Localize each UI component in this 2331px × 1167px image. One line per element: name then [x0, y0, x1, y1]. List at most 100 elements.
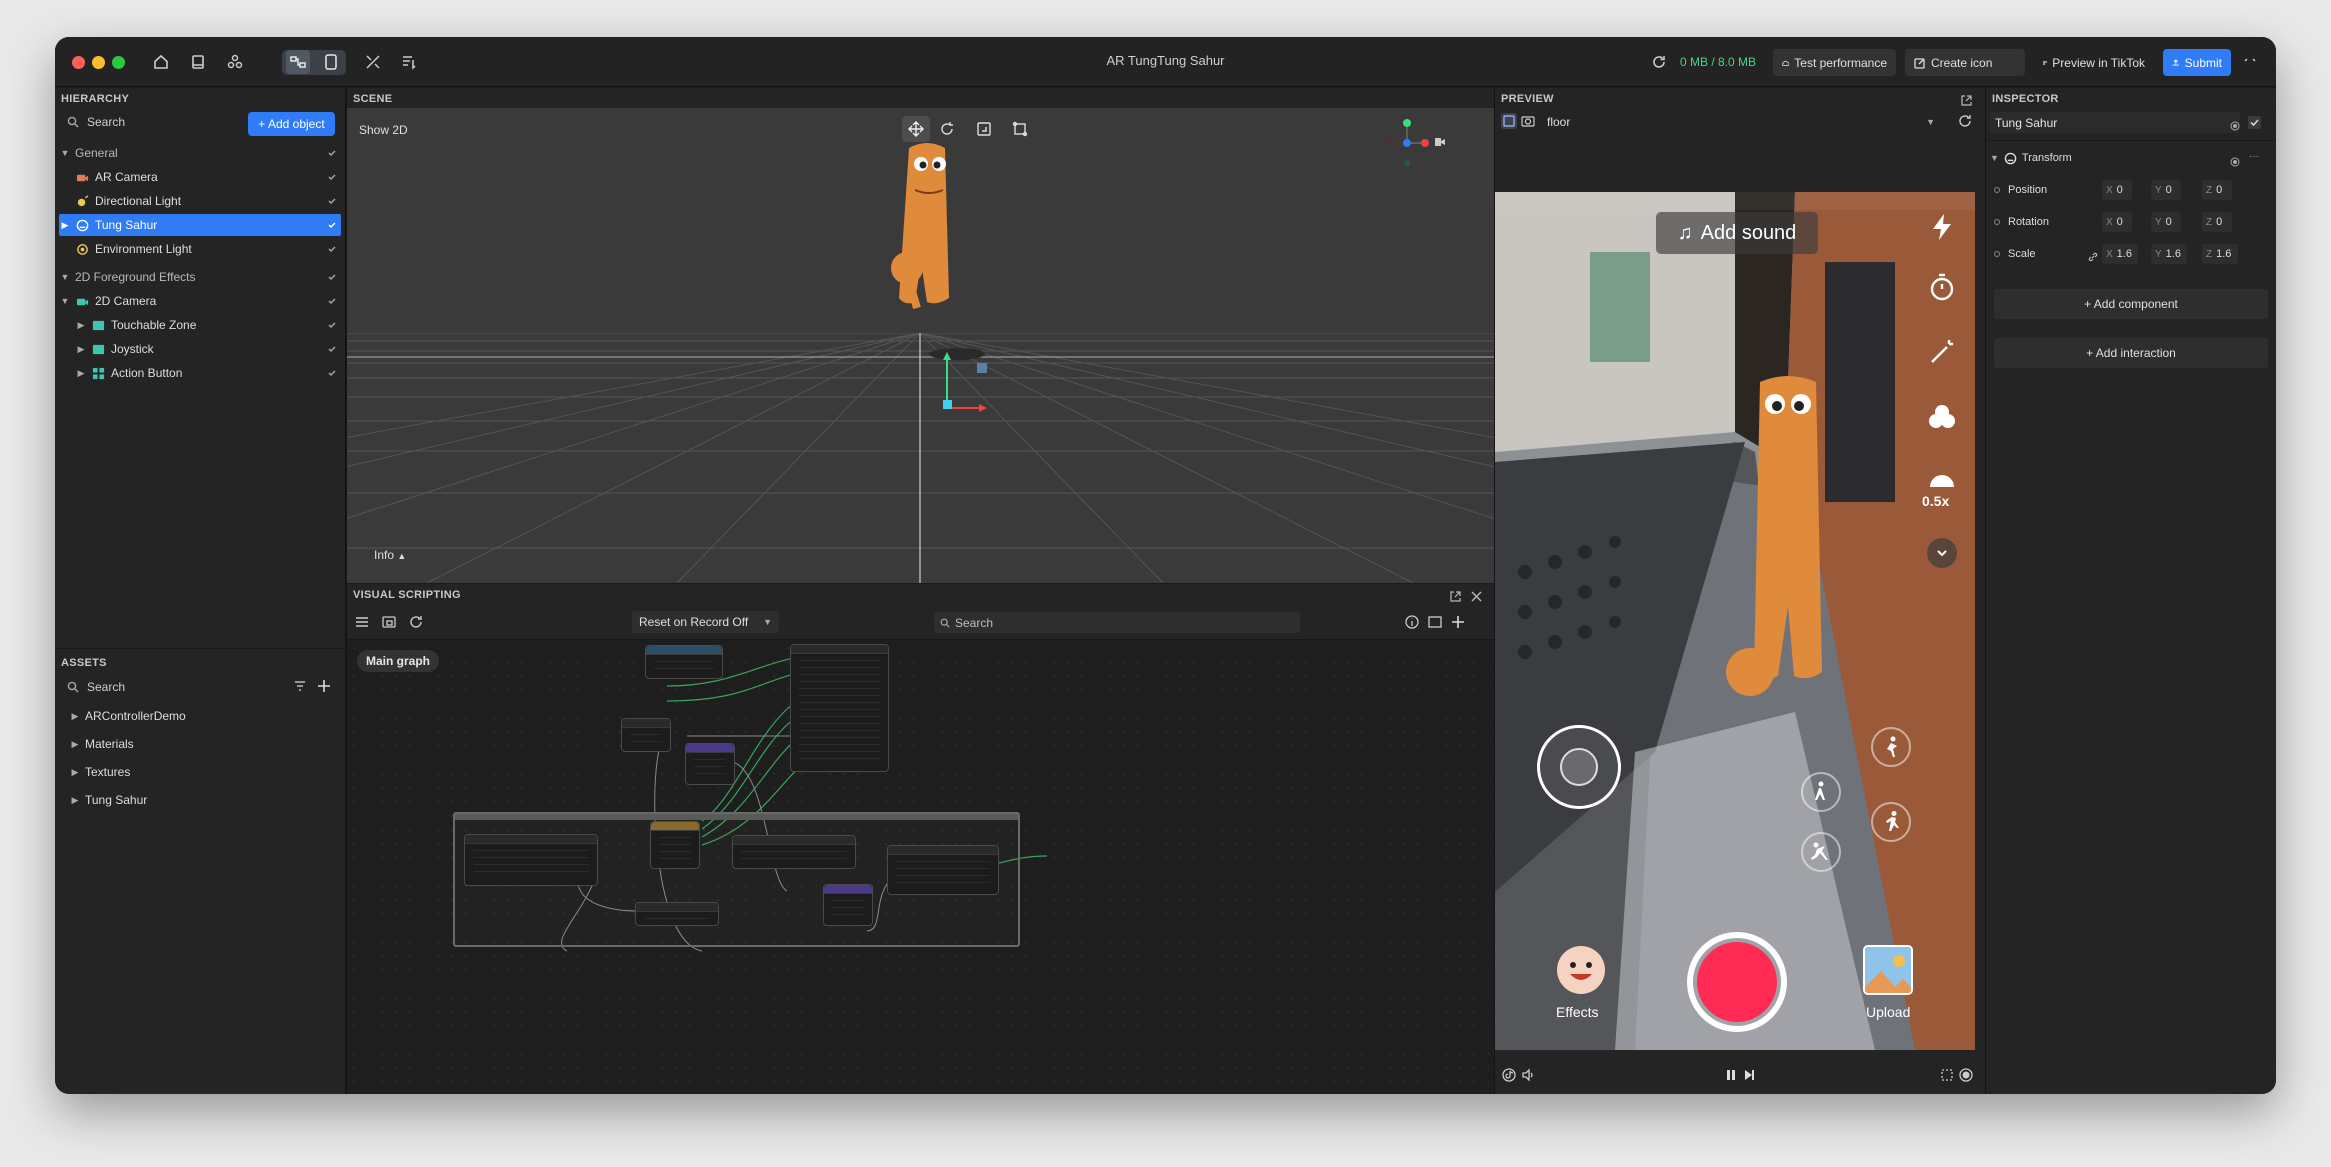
scale-z-field[interactable]: Z 1.6 — [2202, 244, 2238, 264]
visibility-check-icon[interactable] — [327, 344, 337, 354]
effects-button[interactable] — [1553, 942, 1609, 998]
hierarchy-group-general[interactable]: ▼ General — [59, 142, 341, 164]
node-multiply[interactable] — [685, 743, 735, 785]
test-performance-button[interactable]: Test performance — [1773, 49, 1896, 76]
divider[interactable] — [345, 88, 347, 1094]
chevron-down-icon[interactable]: ▼ — [1990, 153, 1999, 163]
enabled-checkbox[interactable] — [2248, 116, 2261, 129]
visibility-check-icon[interactable] — [327, 220, 337, 230]
hierarchy-item-directional-light[interactable]: Directional Light — [59, 190, 341, 212]
speed-icon[interactable] — [1927, 467, 1957, 491]
hierarchy-item-tung-sahur[interactable]: ▶ Tung Sahur — [59, 214, 341, 236]
rect-tool-icon[interactable] — [1012, 121, 1028, 137]
node-move-character[interactable] — [887, 845, 999, 895]
divider[interactable] — [1494, 88, 1495, 1094]
node-input-value[interactable] — [635, 902, 719, 926]
divider[interactable] — [1985, 88, 1986, 1094]
node-component-animation[interactable] — [645, 645, 723, 679]
window-icon[interactable] — [1428, 615, 1442, 629]
filters-icon[interactable] — [1927, 402, 1957, 432]
preview-background-dropdown[interactable]: floor ▼ — [1543, 112, 1939, 131]
chevron-right-icon[interactable]: ▶ — [69, 795, 81, 806]
node-split-vector[interactable] — [621, 718, 671, 752]
chevron-down-icon[interactable]: ▼ — [59, 148, 71, 158]
chevron-right-icon[interactable]: ▶ — [69, 711, 81, 722]
transform-component-header[interactable]: ▼ Transform — [1990, 147, 2268, 169]
expand-more-icon[interactable] — [1927, 538, 1957, 568]
pause-icon[interactable] — [1724, 1068, 1738, 1082]
tiktok-logo-icon[interactable] — [1502, 1068, 1516, 1082]
chevron-down-icon[interactable]: ▼ — [59, 272, 71, 282]
record-small-icon[interactable] — [1959, 1068, 1973, 1082]
action-kick-icon[interactable] — [1871, 727, 1911, 767]
next-frame-icon[interactable] — [1742, 1068, 1756, 1082]
close-icon[interactable] — [1471, 589, 1482, 602]
scale-x-field[interactable]: X 1.6 — [2102, 244, 2138, 264]
hierarchy-item-action-button[interactable]: ▶ Action Button — [59, 362, 341, 384]
screen-capture-icon[interactable] — [1940, 1068, 1954, 1082]
chevron-right-icon[interactable]: ▶ — [75, 320, 87, 331]
filter-icon[interactable] — [293, 679, 307, 693]
phone-preview[interactable]: ♫ Add sound 0.5x Effects Upload — [1495, 192, 1975, 1050]
node-animator-controller[interactable] — [790, 644, 889, 772]
info-toggle[interactable]: Info ▲ — [374, 548, 406, 562]
chevron-right-icon[interactable]: ▶ — [69, 767, 81, 778]
panel-icon[interactable] — [382, 615, 396, 629]
hierarchy-item-touchable-zone[interactable]: ▶ Touchable Zone — [59, 314, 341, 336]
add-component-button[interactable]: + Add component — [1994, 289, 2268, 319]
position-z-field[interactable]: Z0 — [2202, 180, 2232, 200]
rotation-y-field[interactable]: Y0 — [2151, 212, 2181, 232]
add-interaction-button[interactable]: + Add interaction — [1994, 338, 2268, 368]
rotation-z-field[interactable]: Z0 — [2202, 212, 2232, 232]
flash-icon[interactable] — [1927, 212, 1957, 242]
add-node-icon[interactable] — [1451, 615, 1465, 629]
position-y-field[interactable]: Y0 — [2151, 180, 2181, 200]
visibility-toggle-icon[interactable] — [2230, 118, 2240, 131]
keyframe-icon[interactable] — [1994, 251, 2000, 257]
record-button[interactable] — [1687, 932, 1787, 1032]
hierarchy-group-2d-foreground[interactable]: ▼ 2D Foreground Effects — [59, 266, 341, 288]
action-dodge-icon[interactable] — [1801, 832, 1841, 872]
hierarchy-item-joystick[interactable]: ▶ Joystick — [59, 338, 341, 360]
scene-panel[interactable]: SCENE Show 2D Info ▲ — [347, 88, 1494, 583]
hierarchy-search[interactable]: Search — [67, 115, 125, 129]
keyframe-icon[interactable] — [1994, 219, 2000, 225]
preview-tiktok-button[interactable]: Preview in TikTok — [2034, 49, 2154, 76]
add-asset-icon[interactable] — [317, 679, 331, 693]
info-icon[interactable] — [1405, 615, 1419, 629]
scale-y-field[interactable]: Y 1.6 — [2151, 244, 2187, 264]
visibility-check-icon[interactable] — [327, 368, 337, 378]
node-multiply-2[interactable] — [823, 884, 873, 926]
volume-icon[interactable] — [1521, 1068, 1535, 1082]
assets-search[interactable]: Search — [67, 680, 125, 694]
submit-button[interactable]: Submit — [2163, 49, 2231, 76]
add-object-button[interactable]: + Add object — [248, 112, 335, 136]
create-icon-button[interactable]: Create icon — [1905, 49, 2025, 76]
visibility-check-icon[interactable] — [327, 244, 337, 254]
camera-view-icon[interactable] — [1501, 113, 1517, 129]
visibility-check-icon[interactable] — [327, 320, 337, 330]
vs-search-input[interactable]: Search — [934, 612, 1300, 633]
refresh-icon[interactable] — [409, 615, 423, 629]
rotation-x-field[interactable]: X0 — [2102, 212, 2132, 232]
asset-folder-tung-sahur[interactable]: ▶ Tung Sahur — [59, 789, 341, 811]
asset-folder-textures[interactable]: ▶ Textures — [59, 761, 341, 783]
node-sequence[interactable] — [650, 821, 700, 869]
transform-gizmo[interactable] — [907, 348, 987, 428]
tung-sahur-model[interactable] — [857, 128, 997, 378]
hierarchy-item-ar-camera[interactable]: AR Camera — [59, 166, 341, 188]
refresh-icon[interactable] — [1647, 50, 1671, 74]
visibility-check-icon[interactable] — [327, 196, 337, 206]
visibility-check-icon[interactable] — [327, 296, 337, 306]
joystick-knob[interactable] — [1560, 748, 1598, 786]
upload-button[interactable] — [1863, 945, 1913, 995]
chevron-right-icon[interactable]: ▶ — [59, 220, 71, 231]
position-x-field[interactable]: X0 — [2102, 180, 2132, 200]
visibility-check-icon[interactable] — [327, 172, 337, 182]
keyframe-icon[interactable] — [1994, 187, 2000, 193]
visibility-check-icon[interactable] — [327, 272, 337, 282]
add-sound-button[interactable]: ♫ Add sound — [1656, 212, 1818, 254]
node-ar-joystick-controller[interactable] — [732, 835, 856, 869]
orientation-gizmo-icon[interactable] — [1387, 118, 1447, 168]
object-name-field[interactable]: Tung Sahur — [1990, 112, 2240, 133]
